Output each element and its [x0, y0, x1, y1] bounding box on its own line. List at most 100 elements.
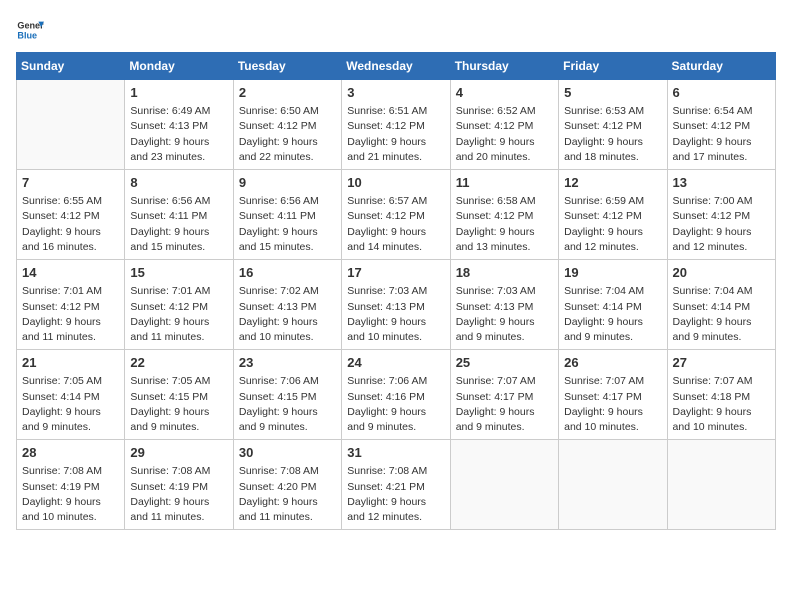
calendar-cell: 27Sunrise: 7:07 AM Sunset: 4:18 PM Dayli… [667, 350, 775, 440]
day-number: 11 [456, 174, 553, 192]
calendar-cell: 16 Sunrise: 7:02 AM Sunset: 4:13 PM Dayli… [233, 260, 341, 350]
calendar-cell: 1Sunrise: 6:49 AM Sunset: 4:13 PM Daylig… [125, 80, 233, 170]
day-info: Sunrise: 6:52 AM Sunset: 4:12 PM Dayligh… [456, 104, 553, 165]
calendar-cell [667, 440, 775, 530]
day-info: Sunrise: 7:00 AM Sunset: 4:12 PM Dayligh… [673, 194, 770, 255]
day-number: 30 [239, 444, 336, 462]
day-number: 26 [564, 354, 661, 372]
day-info: Sunrise: 6:53 AM Sunset: 4:12 PM Dayligh… [564, 104, 661, 165]
calendar-week-row: 21 Sunrise: 7:05 AM Sunset: 4:14 PM Dayli… [17, 350, 776, 440]
calendar-cell: 3 Sunrise: 6:51 AM Sunset: 4:12 PM Daylig… [342, 80, 450, 170]
calendar-week-row: 14 Sunrise: 7:01 AM Sunset: 4:12 PM Dayli… [17, 260, 776, 350]
day-number: 27 [673, 354, 770, 372]
column-header-tuesday: Tuesday [233, 53, 341, 80]
calendar-cell: 28Sunrise: 7:08 AM Sunset: 4:19 PM Dayli… [17, 440, 125, 530]
day-number: 5 [564, 84, 661, 102]
day-info: Sunrise: 6:51 AM Sunset: 4:12 PM Dayligh… [347, 104, 444, 165]
day-info: Sunrise: 7:01 AM Sunset: 4:12 PM Dayligh… [22, 284, 119, 345]
day-number: 17 [347, 264, 444, 282]
calendar-cell: 7 Sunrise: 6:55 AM Sunset: 4:12 PM Daylig… [17, 170, 125, 260]
day-number: 29 [130, 444, 227, 462]
day-number: 7 [22, 174, 119, 192]
svg-text:Blue: Blue [17, 30, 37, 40]
calendar-cell: 5 Sunrise: 6:53 AM Sunset: 4:12 PM Daylig… [559, 80, 667, 170]
column-header-thursday: Thursday [450, 53, 558, 80]
day-number: 15 [130, 264, 227, 282]
day-number: 16 [239, 264, 336, 282]
calendar-cell: 26 Sunrise: 7:07 AM Sunset: 4:17 PM Dayli… [559, 350, 667, 440]
calendar-cell: 22 Sunrise: 7:05 AM Sunset: 4:15 PM Dayli… [125, 350, 233, 440]
day-number: 25 [456, 354, 553, 372]
calendar-cell: 23Sunrise: 7:06 AM Sunset: 4:15 PM Dayli… [233, 350, 341, 440]
day-info: Sunrise: 7:05 AM Sunset: 4:14 PM Dayligh… [22, 374, 119, 435]
day-info: Sunrise: 7:04 AM Sunset: 4:14 PM Dayligh… [564, 284, 661, 345]
logo: General Blue [16, 16, 44, 44]
column-header-monday: Monday [125, 53, 233, 80]
day-info: Sunrise: 7:06 AM Sunset: 4:16 PM Dayligh… [347, 374, 444, 435]
day-info: Sunrise: 6:58 AM Sunset: 4:12 PM Dayligh… [456, 194, 553, 255]
day-info: Sunrise: 7:01 AM Sunset: 4:12 PM Dayligh… [130, 284, 227, 345]
day-number: 20 [673, 264, 770, 282]
calendar-cell: 4 Sunrise: 6:52 AM Sunset: 4:12 PM Daylig… [450, 80, 558, 170]
day-info: Sunrise: 6:54 AM Sunset: 4:12 PM Dayligh… [673, 104, 770, 165]
column-header-friday: Friday [559, 53, 667, 80]
day-number: 14 [22, 264, 119, 282]
calendar-cell: 21 Sunrise: 7:05 AM Sunset: 4:14 PM Dayli… [17, 350, 125, 440]
day-info: Sunrise: 7:08 AM Sunset: 4:21 PM Dayligh… [347, 464, 444, 525]
calendar-cell [450, 440, 558, 530]
calendar-week-row: 28Sunrise: 7:08 AM Sunset: 4:19 PM Dayli… [17, 440, 776, 530]
calendar-cell: 25Sunrise: 7:07 AM Sunset: 4:17 PM Dayli… [450, 350, 558, 440]
day-number: 13 [673, 174, 770, 192]
day-number: 21 [22, 354, 119, 372]
day-number: 9 [239, 174, 336, 192]
calendar-cell: 20 Sunrise: 7:04 AM Sunset: 4:14 PM Dayli… [667, 260, 775, 350]
column-header-wednesday: Wednesday [342, 53, 450, 80]
calendar-cell: 10 Sunrise: 6:57 AM Sunset: 4:12 PM Dayli… [342, 170, 450, 260]
day-info: Sunrise: 6:50 AM Sunset: 4:12 PM Dayligh… [239, 104, 336, 165]
day-info: Sunrise: 6:49 AM Sunset: 4:13 PM Dayligh… [130, 104, 227, 165]
day-info: Sunrise: 6:56 AM Sunset: 4:11 PM Dayligh… [239, 194, 336, 255]
day-number: 3 [347, 84, 444, 102]
calendar-cell: 9 Sunrise: 6:56 AM Sunset: 4:11 PM Daylig… [233, 170, 341, 260]
day-number: 31 [347, 444, 444, 462]
calendar-table: SundayMondayTuesdayWednesdayThursdayFrid… [16, 52, 776, 530]
calendar-week-row: 7 Sunrise: 6:55 AM Sunset: 4:12 PM Daylig… [17, 170, 776, 260]
day-number: 2 [239, 84, 336, 102]
calendar-cell: 31 Sunrise: 7:08 AM Sunset: 4:21 PM Dayli… [342, 440, 450, 530]
day-number: 4 [456, 84, 553, 102]
calendar-cell: 30 Sunrise: 7:08 AM Sunset: 4:20 PM Dayli… [233, 440, 341, 530]
day-info: Sunrise: 7:02 AM Sunset: 4:13 PM Dayligh… [239, 284, 336, 345]
day-info: Sunrise: 7:03 AM Sunset: 4:13 PM Dayligh… [456, 284, 553, 345]
calendar-header-row: SundayMondayTuesdayWednesdayThursdayFrid… [17, 53, 776, 80]
day-info: Sunrise: 6:55 AM Sunset: 4:12 PM Dayligh… [22, 194, 119, 255]
day-info: Sunrise: 7:03 AM Sunset: 4:13 PM Dayligh… [347, 284, 444, 345]
day-info: Sunrise: 6:59 AM Sunset: 4:12 PM Dayligh… [564, 194, 661, 255]
day-info: Sunrise: 7:05 AM Sunset: 4:15 PM Dayligh… [130, 374, 227, 435]
day-number: 19 [564, 264, 661, 282]
day-number: 23 [239, 354, 336, 372]
calendar-cell: 6 Sunrise: 6:54 AM Sunset: 4:12 PM Daylig… [667, 80, 775, 170]
calendar-cell: 8 Sunrise: 6:56 AM Sunset: 4:11 PM Daylig… [125, 170, 233, 260]
day-number: 22 [130, 354, 227, 372]
day-number: 18 [456, 264, 553, 282]
calendar-cell [559, 440, 667, 530]
logo-icon: General Blue [16, 16, 44, 44]
day-info: Sunrise: 6:57 AM Sunset: 4:12 PM Dayligh… [347, 194, 444, 255]
day-info: Sunrise: 7:04 AM Sunset: 4:14 PM Dayligh… [673, 284, 770, 345]
calendar-cell: 17 Sunrise: 7:03 AM Sunset: 4:13 PM Dayli… [342, 260, 450, 350]
calendar-cell [17, 80, 125, 170]
day-info: Sunrise: 6:56 AM Sunset: 4:11 PM Dayligh… [130, 194, 227, 255]
column-header-saturday: Saturday [667, 53, 775, 80]
day-info: Sunrise: 7:08 AM Sunset: 4:20 PM Dayligh… [239, 464, 336, 525]
calendar-cell: 13 Sunrise: 7:00 AM Sunset: 4:12 PM Dayli… [667, 170, 775, 260]
calendar-cell: 2 Sunrise: 6:50 AM Sunset: 4:12 PM Daylig… [233, 80, 341, 170]
day-number: 10 [347, 174, 444, 192]
calendar-cell: 29 Sunrise: 7:08 AM Sunset: 4:19 PM Dayli… [125, 440, 233, 530]
day-info: Sunrise: 7:07 AM Sunset: 4:17 PM Dayligh… [564, 374, 661, 435]
day-info: Sunrise: 7:08 AM Sunset: 4:19 PM Dayligh… [22, 464, 119, 525]
day-number: 8 [130, 174, 227, 192]
day-number: 6 [673, 84, 770, 102]
calendar-week-row: 1Sunrise: 6:49 AM Sunset: 4:13 PM Daylig… [17, 80, 776, 170]
day-info: Sunrise: 7:08 AM Sunset: 4:19 PM Dayligh… [130, 464, 227, 525]
calendar-cell: 11 Sunrise: 6:58 AM Sunset: 4:12 PM Dayli… [450, 170, 558, 260]
